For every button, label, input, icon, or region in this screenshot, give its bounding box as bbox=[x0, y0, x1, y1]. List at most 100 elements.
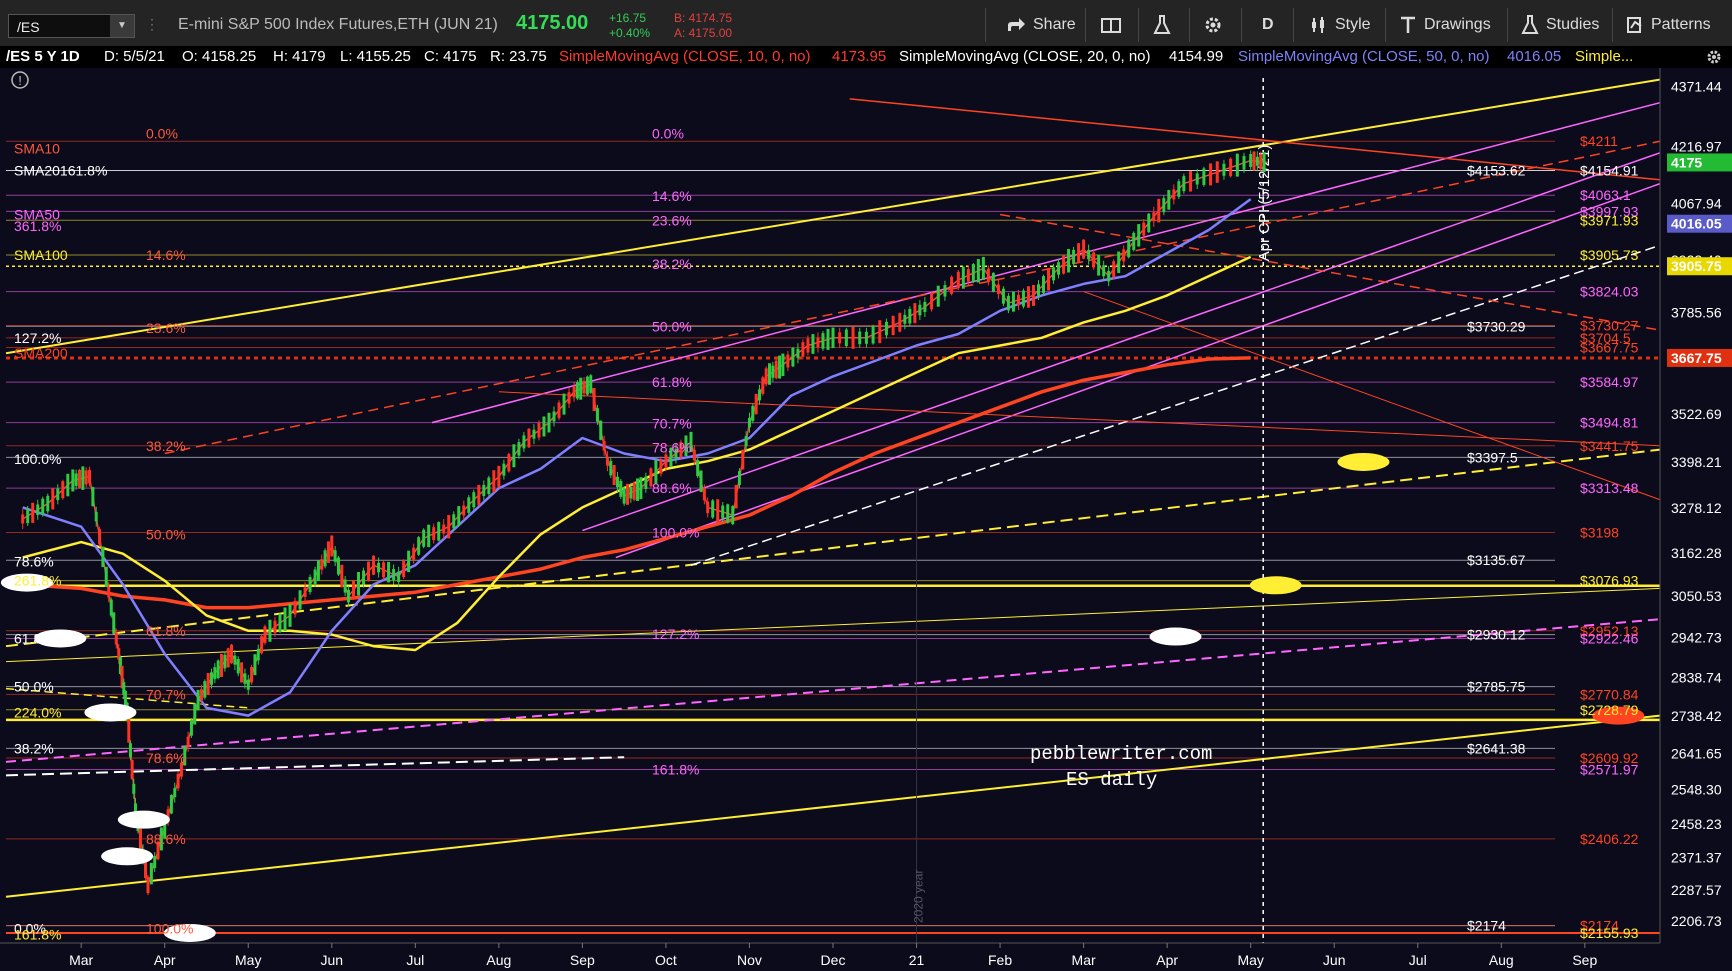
share-button[interactable]: Share bbox=[1006, 12, 1076, 38]
candle bbox=[532, 429, 536, 439]
candle bbox=[98, 529, 102, 545]
candle bbox=[169, 794, 173, 814]
candle bbox=[923, 301, 927, 312]
candle bbox=[101, 546, 105, 568]
candle bbox=[128, 743, 132, 758]
candle bbox=[203, 681, 207, 698]
y-tick-label: 2548.30 bbox=[1671, 781, 1722, 797]
candle bbox=[711, 500, 715, 518]
price-chart-svg[interactable]: Apr CPI (5/12/21)2020 year SMA10SMA20161… bbox=[0, 68, 1732, 971]
toolbar-divider bbox=[1189, 8, 1190, 42]
fib-label: SMA10 bbox=[14, 141, 60, 157]
style-button[interactable]: Style bbox=[1310, 12, 1371, 38]
candle bbox=[632, 482, 636, 500]
candle bbox=[976, 259, 980, 283]
candle bbox=[1189, 171, 1193, 192]
sma10-legend[interactable]: SimpleMovingAvg (CLOSE, 10, 0, no) bbox=[559, 48, 811, 65]
candle bbox=[1092, 252, 1096, 268]
lab-button[interactable] bbox=[1153, 12, 1178, 38]
candle bbox=[357, 571, 361, 596]
toolbar-divider bbox=[1385, 8, 1386, 42]
highlight-ellipse bbox=[1249, 576, 1302, 595]
drawings-button[interactable]: Drawings bbox=[1399, 12, 1491, 38]
candle bbox=[84, 470, 88, 485]
bar-date: D: 5/5/21 bbox=[104, 48, 165, 65]
candle bbox=[1172, 189, 1176, 200]
candle bbox=[1016, 294, 1020, 306]
candle bbox=[522, 435, 526, 449]
sma50-legend[interactable]: SimpleMovingAvg (CLOSE, 50, 0, no) bbox=[1238, 48, 1490, 65]
level-price-label: $2406.22 bbox=[1580, 831, 1639, 847]
candle bbox=[127, 719, 131, 743]
x-tick-label: Jun bbox=[320, 952, 343, 968]
more-studies-legend[interactable]: Simple... bbox=[1575, 48, 1633, 65]
candle bbox=[702, 488, 706, 501]
candle bbox=[260, 636, 264, 654]
chevron-down-icon[interactable]: ▼ bbox=[110, 15, 134, 37]
patterns-button[interactable]: Patterns bbox=[1626, 12, 1711, 38]
bar-range: R: 23.75 bbox=[490, 48, 547, 65]
fib-label-pink: 50.0% bbox=[652, 318, 692, 334]
settings-button[interactable] bbox=[1203, 12, 1230, 38]
candle bbox=[1182, 176, 1186, 192]
candle bbox=[1127, 239, 1131, 258]
fib-label-pink: 61.8% bbox=[652, 374, 692, 390]
sma20-legend[interactable]: SimpleMovingAvg (CLOSE, 20, 0, no) bbox=[899, 48, 1151, 65]
price-chart[interactable]: Apr CPI (5/12/21) 2020 year SMA10 SMA20161… bbox=[0, 68, 1732, 971]
candle bbox=[1177, 181, 1181, 197]
toolbar-divider bbox=[1085, 8, 1086, 42]
fib-label-red: 100.0% bbox=[146, 920, 193, 936]
candle bbox=[747, 417, 751, 428]
candle bbox=[981, 256, 985, 280]
candle bbox=[216, 660, 220, 679]
candle bbox=[1262, 152, 1266, 173]
fib-label: 38.2% bbox=[14, 740, 54, 756]
studies-button[interactable]: Studies bbox=[1521, 12, 1599, 38]
book-button[interactable] bbox=[1101, 12, 1128, 38]
candle bbox=[268, 619, 272, 642]
candle bbox=[343, 579, 347, 593]
svg-text:!: ! bbox=[18, 73, 22, 88]
candle bbox=[196, 689, 200, 711]
candle bbox=[771, 365, 775, 378]
candle bbox=[1252, 151, 1256, 171]
candle bbox=[226, 648, 230, 668]
candle bbox=[243, 673, 247, 684]
candle bbox=[602, 441, 606, 451]
fib-label-red: 88.6% bbox=[146, 831, 186, 847]
candle bbox=[1215, 161, 1219, 183]
candle bbox=[731, 506, 735, 525]
watermark-site: pebblewriter.com bbox=[1030, 743, 1212, 765]
candle bbox=[149, 862, 153, 885]
candle bbox=[273, 620, 277, 634]
candle bbox=[801, 342, 805, 357]
candle bbox=[1112, 261, 1116, 278]
bid-value: B: 4174.75 bbox=[674, 11, 733, 25]
fib-label: 161.8% bbox=[14, 927, 61, 943]
x-tick-label: Mar bbox=[69, 952, 93, 968]
period-button[interactable]: D bbox=[1262, 12, 1274, 38]
candle bbox=[1067, 248, 1071, 273]
gear-icon[interactable] bbox=[1705, 48, 1723, 66]
candle bbox=[176, 773, 180, 789]
fib-label: 361.8% bbox=[14, 218, 61, 234]
level-price-label: $3905.73 bbox=[1580, 247, 1639, 263]
symbol-selector[interactable]: /ES ▼ bbox=[8, 14, 135, 38]
candle bbox=[754, 393, 758, 415]
candle bbox=[250, 666, 254, 683]
drag-handle-icon[interactable]: ⋮ bbox=[145, 16, 159, 36]
thinkorswim-chart-window: { "toolbar": { "symbol": "/ES", "descrip… bbox=[0, 0, 1732, 971]
candle bbox=[230, 644, 234, 664]
candle bbox=[1057, 262, 1061, 275]
candle bbox=[582, 380, 586, 394]
candle bbox=[734, 484, 738, 509]
candle bbox=[721, 505, 725, 519]
watermark-caption: ES daily bbox=[1066, 769, 1157, 791]
candle bbox=[699, 470, 703, 492]
candle bbox=[412, 547, 416, 560]
candle bbox=[1087, 249, 1091, 260]
candle bbox=[851, 326, 855, 349]
candle bbox=[74, 473, 78, 486]
toolbar-divider bbox=[1241, 8, 1242, 42]
candle bbox=[930, 293, 934, 310]
